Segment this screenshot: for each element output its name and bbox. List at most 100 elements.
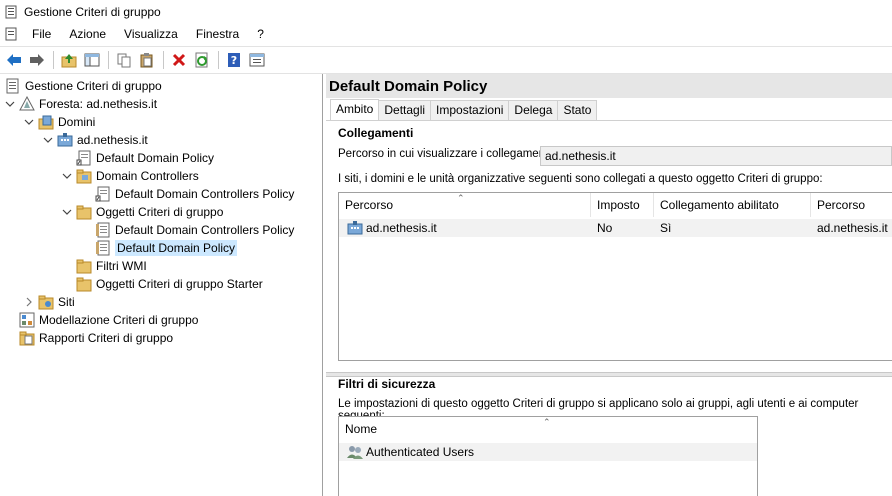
chevron-down-icon[interactable] bbox=[42, 134, 54, 146]
users-icon bbox=[347, 444, 363, 460]
chevron-down-icon[interactable] bbox=[4, 98, 16, 110]
security-filter-list[interactable]: Nome ⌃ Authenticated Users bbox=[338, 416, 758, 496]
links-list[interactable]: Percorso ⌃ Imposto Collegamento abilitat… bbox=[338, 192, 892, 361]
link-location: ad.nethesis.it bbox=[366, 221, 437, 235]
folder-icon bbox=[76, 276, 92, 292]
tree-node-label: ad.nethesis.it bbox=[77, 133, 148, 147]
help-icon[interactable]: ? bbox=[225, 51, 243, 69]
tree-node-label: Default Domain Policy bbox=[115, 240, 238, 256]
ou-icon bbox=[76, 168, 92, 184]
app-icon bbox=[5, 5, 19, 19]
tab-ambito[interactable]: Ambito bbox=[330, 99, 380, 120]
gpo-icon bbox=[95, 222, 111, 238]
filter-heading: Filtri di sicurezza bbox=[338, 377, 436, 391]
menu-help[interactable]: ? bbox=[248, 27, 273, 41]
domain-icon bbox=[347, 220, 363, 236]
gpo-link-icon bbox=[76, 150, 92, 166]
tree-node[interactable]: Rapporti Criteri di gruppo bbox=[4, 329, 173, 347]
gpo-icon bbox=[95, 240, 111, 256]
tree-node-label: Default Domain Controllers Policy bbox=[115, 187, 295, 201]
up-folder-icon[interactable] bbox=[60, 51, 78, 69]
tab-strip: Ambito Dettagli Impostazioni Delega Stat… bbox=[330, 99, 598, 120]
tree-node[interactable]: Gestione Criteri di gruppo bbox=[2, 77, 162, 95]
forward-icon[interactable] bbox=[28, 51, 46, 69]
tree-node[interactable]: Default Domain Controllers Policy bbox=[80, 221, 294, 239]
tree-node[interactable]: Modellazione Criteri di gruppo bbox=[4, 311, 198, 329]
domain-icon bbox=[57, 132, 73, 148]
col-percorso-2[interactable]: Percorso bbox=[811, 193, 892, 217]
menu-visualizza[interactable]: Visualizza bbox=[115, 27, 187, 41]
col-imposto[interactable]: Imposto bbox=[591, 193, 654, 217]
gpmc-icon bbox=[5, 78, 21, 94]
tree-node-label: Modellazione Criteri di gruppo bbox=[39, 313, 199, 327]
col-percorso[interactable]: Percorso bbox=[339, 193, 591, 217]
svg-text:?: ? bbox=[231, 54, 237, 67]
chevron-right-icon[interactable] bbox=[23, 296, 35, 308]
properties-icon[interactable] bbox=[248, 51, 266, 69]
chevron-down-icon[interactable] bbox=[23, 116, 35, 128]
tree-node-label: Filtri WMI bbox=[96, 259, 147, 273]
tree-node-label: Domain Controllers bbox=[96, 169, 199, 183]
back-icon[interactable] bbox=[5, 51, 23, 69]
tree-node-label: Gestione Criteri di gruppo bbox=[25, 79, 162, 93]
toolbar: ? bbox=[0, 46, 892, 74]
tab-impostazioni[interactable]: Impostazioni bbox=[430, 100, 510, 120]
tree-node[interactable]: Default Domain Policy bbox=[61, 149, 214, 167]
tab-delega[interactable]: Delega bbox=[508, 100, 559, 120]
tree-node[interactable]: Domini bbox=[23, 113, 95, 131]
paste-icon[interactable] bbox=[138, 51, 156, 69]
chevron-down-icon[interactable] bbox=[61, 170, 73, 182]
tree-node-label: Default Domain Policy bbox=[96, 151, 215, 165]
console-tree: Gestione Criteri di gruppo Foresta: ad.ne… bbox=[0, 74, 323, 496]
location-label: Percorso in cui visualizzare i collegame… bbox=[338, 148, 555, 160]
sort-arrow-icon: ⌃ bbox=[543, 417, 551, 427]
chevron-down-icon[interactable] bbox=[61, 206, 73, 218]
link-enforced: No bbox=[597, 221, 613, 235]
tree-node[interactable]: ad.nethesis.it bbox=[42, 131, 148, 149]
reports-icon bbox=[19, 330, 35, 346]
title-bar: Gestione Criteri di gruppo bbox=[0, 0, 892, 24]
details-pane: Default Domain Policy Ambito Dettagli Im… bbox=[326, 74, 892, 496]
menu-finestra[interactable]: Finestra bbox=[187, 27, 248, 41]
tree-node-label: Domini bbox=[58, 115, 96, 129]
domains-icon bbox=[38, 114, 54, 130]
tree-node[interactable]: Filtri WMI bbox=[61, 257, 147, 275]
tree-node[interactable]: Domain Controllers bbox=[61, 167, 199, 185]
menu-azione[interactable]: Azione bbox=[60, 27, 115, 41]
details-title: Default Domain Policy bbox=[329, 78, 488, 95]
copy-icon[interactable] bbox=[115, 51, 133, 69]
tab-dettagli[interactable]: Dettagli bbox=[378, 100, 432, 120]
location-select[interactable]: ad.nethesis.it bbox=[540, 146, 892, 166]
details-header: Default Domain Policy bbox=[326, 74, 892, 98]
sort-arrow-icon: ⌃ bbox=[457, 193, 465, 203]
tree-node-label: Siti bbox=[58, 295, 75, 309]
forest-icon bbox=[19, 96, 35, 112]
location-value: ad.nethesis.it bbox=[545, 149, 616, 163]
tab-stato[interactable]: Stato bbox=[557, 100, 598, 120]
tree-node[interactable]: Oggetti Criteri di gruppo bbox=[61, 203, 223, 221]
gpo-link-icon bbox=[95, 186, 111, 202]
refresh-icon[interactable] bbox=[193, 51, 211, 69]
show-hide-tree-icon[interactable] bbox=[83, 51, 101, 69]
menu-file[interactable]: File bbox=[23, 27, 60, 41]
tree-node-label: Foresta: ad.nethesis.it bbox=[39, 97, 158, 111]
delete-icon[interactable] bbox=[170, 51, 188, 69]
links-heading: Collegamenti bbox=[338, 126, 414, 140]
filter-entry: Authenticated Users bbox=[366, 445, 475, 459]
tree-node[interactable]: Default Domain Policy bbox=[80, 239, 238, 257]
tree-node[interactable]: Oggetti Criteri di gruppo Starter bbox=[61, 275, 263, 293]
tree-node[interactable]: Default Domain Controllers Policy bbox=[80, 185, 294, 203]
tree-node[interactable]: Siti bbox=[23, 293, 75, 311]
col-collegamento-abilitato[interactable]: Collegamento abilitato bbox=[654, 193, 811, 217]
modeling-icon bbox=[19, 312, 35, 328]
links-description: I siti, i domini e le unità organizzativ… bbox=[338, 173, 823, 185]
tree-node-label: Rapporti Criteri di gruppo bbox=[39, 331, 174, 345]
tree-node[interactable]: Foresta: ad.nethesis.it bbox=[4, 95, 157, 113]
system-menu-icon[interactable] bbox=[5, 27, 19, 41]
